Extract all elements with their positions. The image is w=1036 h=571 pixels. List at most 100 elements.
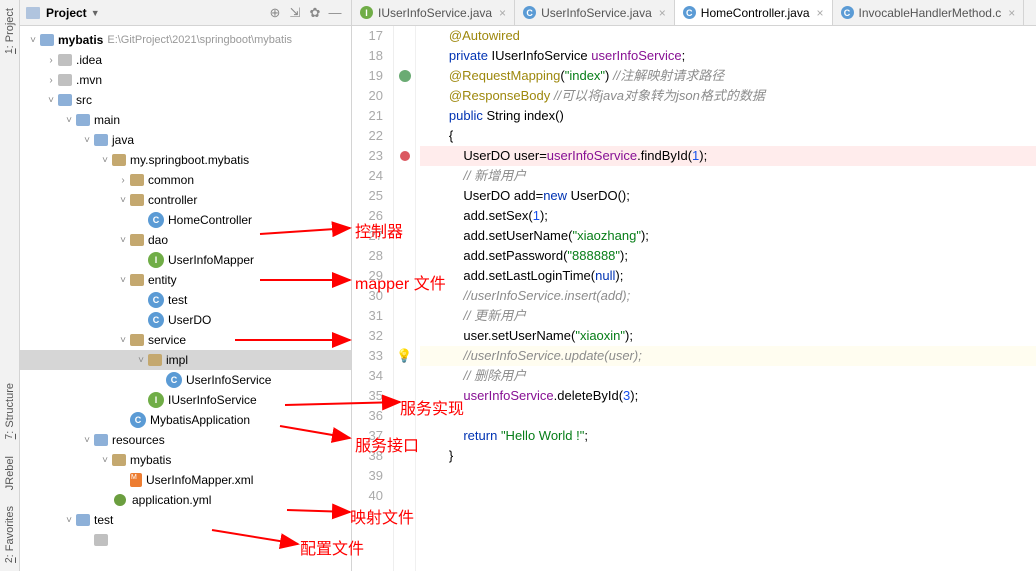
tree-item[interactable]: application.yml [20,490,351,510]
tree-arrow-icon[interactable]: ˅ [116,275,130,286]
tree-item[interactable]: CUserInfoService [20,370,351,390]
line-number[interactable]: 27 [352,226,383,246]
line-number[interactable]: 36 [352,406,383,426]
code-line[interactable]: user.setUserName("xiaoxin"); [420,326,1036,346]
code-line[interactable] [420,486,1036,506]
tree-item[interactable]: ˅main [20,110,351,130]
tree-item[interactable]: CMybatisApplication [20,410,351,430]
tree-item[interactable]: IIUserInfoService [20,390,351,410]
line-number[interactable]: 24 [352,166,383,186]
tree-arrow-icon[interactable]: ˅ [62,115,76,126]
code-line[interactable]: UserDO user=userInfoService.findById(1); [420,146,1036,166]
code-line[interactable] [420,406,1036,426]
code-line[interactable]: add.setSex(1); [420,206,1036,226]
editor-tab[interactable]: CHomeController.java× [675,0,833,25]
code-line[interactable]: userInfoService.deleteById(3); [420,386,1036,406]
project-view-title[interactable]: Project [46,6,87,20]
line-number[interactable]: 25 [352,186,383,206]
tree-arrow-icon[interactable]: ˅ [98,155,112,166]
code-content[interactable]: @Autowired private IUserInfoService user… [416,26,1036,571]
tree-arrow-icon[interactable]: › [44,75,58,86]
line-number[interactable]: 20 [352,86,383,106]
project-view-dropdown-icon[interactable]: ▼ [91,8,100,18]
line-number[interactable]: 28 [352,246,383,266]
editor-tab[interactable]: CUserInfoService.java× [515,0,675,25]
line-number[interactable]: 22 [352,126,383,146]
tree-item[interactable]: ›.idea [20,50,351,70]
tree-item[interactable] [20,530,351,550]
code-line[interactable]: return "Hello World !"; [420,426,1036,446]
tree-arrow-icon[interactable]: › [116,175,130,186]
code-line[interactable]: { [420,126,1036,146]
close-tab-icon[interactable]: × [499,6,506,20]
code-area[interactable]: 1718192021222324252627282930313233343536… [352,26,1036,571]
tool-tab-project[interactable]: 1: Project [2,0,18,62]
code-line[interactable]: @RequestMapping("index") //注解映射请求路径 [420,66,1036,86]
tree-item[interactable]: ˅test [20,510,351,530]
editor-tab[interactable]: CInvocableHandlerMethod.c× [833,0,1025,25]
tree-item[interactable]: ˅src [20,90,351,110]
line-number[interactable]: 29 [352,266,383,286]
code-line[interactable]: // 更新用户 [420,306,1036,326]
line-number[interactable]: 19 [352,66,383,86]
tree-item[interactable]: ˅service [20,330,351,350]
code-line[interactable]: add.setPassword("888888"); [420,246,1036,266]
code-line[interactable]: //userInfoService.update(user); [420,346,1036,366]
expand-all-icon[interactable]: ⇲ [287,5,303,21]
line-number[interactable]: 30 [352,286,383,306]
intention-bulb-icon[interactable]: 💡 [394,346,415,366]
tree-arrow-icon[interactable]: ˅ [98,455,112,466]
line-number[interactable]: 38 [352,446,383,466]
tree-item[interactable]: MUserInfoMapper.xml [20,470,351,490]
tree-arrow-icon[interactable]: ˅ [116,235,130,246]
code-line[interactable]: } [420,446,1036,466]
tree-arrow-icon[interactable]: ˅ [62,515,76,526]
tree-arrow-icon[interactable]: ˅ [80,435,94,446]
line-number[interactable]: 32 [352,326,383,346]
code-line[interactable]: //userInfoService.insert(add); [420,286,1036,306]
code-line[interactable]: @ResponseBody //可以将java对象转为json格式的数据 [420,86,1036,106]
tree-item[interactable]: ˅resources [20,430,351,450]
tree-arrow-icon[interactable]: ˅ [26,35,40,46]
code-line[interactable]: // 新增用户 [420,166,1036,186]
code-line[interactable]: add.setLastLoginTime(null); [420,266,1036,286]
tree-arrow-icon[interactable]: ˅ [116,335,130,346]
editor-tab[interactable]: IIUserInfoService.java× [352,0,515,25]
tree-item[interactable]: ˅mybatis E:\GitProject\2021\springboot\m… [20,30,351,50]
line-number[interactable]: 34 [352,366,383,386]
code-line[interactable]: // 删除用户 [420,366,1036,386]
tool-tab-jrebel[interactable]: JRebel [2,448,18,498]
tree-item[interactable]: ˅java [20,130,351,150]
line-number[interactable]: 23 [352,146,383,166]
project-tree[interactable]: ˅mybatis E:\GitProject\2021\springboot\m… [20,26,351,571]
tree-item[interactable]: ˅mybatis [20,450,351,470]
tree-item[interactable]: CHomeController [20,210,351,230]
close-tab-icon[interactable]: × [1008,6,1015,20]
code-line[interactable]: private IUserInfoService userInfoService… [420,46,1036,66]
tree-item[interactable]: ˅impl [20,350,351,370]
close-tab-icon[interactable]: × [659,6,666,20]
line-number[interactable]: 33 [352,346,383,366]
tree-item[interactable]: ˅entity [20,270,351,290]
gear-icon[interactable]: ✿ [307,5,323,21]
tree-arrow-icon[interactable]: ˅ [116,195,130,206]
tree-arrow-icon[interactable]: ˅ [80,135,94,146]
tree-item[interactable]: ˅controller [20,190,351,210]
tool-tab-favorites[interactable]: 2: Favorites [2,498,18,571]
close-tab-icon[interactable]: × [817,6,824,20]
code-line[interactable]: add.setUserName("xiaozhang"); [420,226,1036,246]
tree-arrow-icon[interactable]: ˅ [134,355,148,366]
tree-item[interactable]: ›common [20,170,351,190]
line-number[interactable]: 40 [352,486,383,506]
code-line[interactable] [420,466,1036,486]
tree-item[interactable]: Ctest [20,290,351,310]
code-line[interactable]: @Autowired [420,26,1036,46]
locate-icon[interactable]: ⊕ [267,5,283,21]
line-number[interactable]: 37 [352,426,383,446]
tree-item[interactable]: CUserDO [20,310,351,330]
breakpoint-icon[interactable] [394,146,415,166]
tool-tab-structure[interactable]: 7: Structure [2,375,18,447]
tree-item[interactable]: ˅dao [20,230,351,250]
tree-arrow-icon[interactable]: › [44,55,58,66]
hide-icon[interactable]: — [327,5,343,21]
